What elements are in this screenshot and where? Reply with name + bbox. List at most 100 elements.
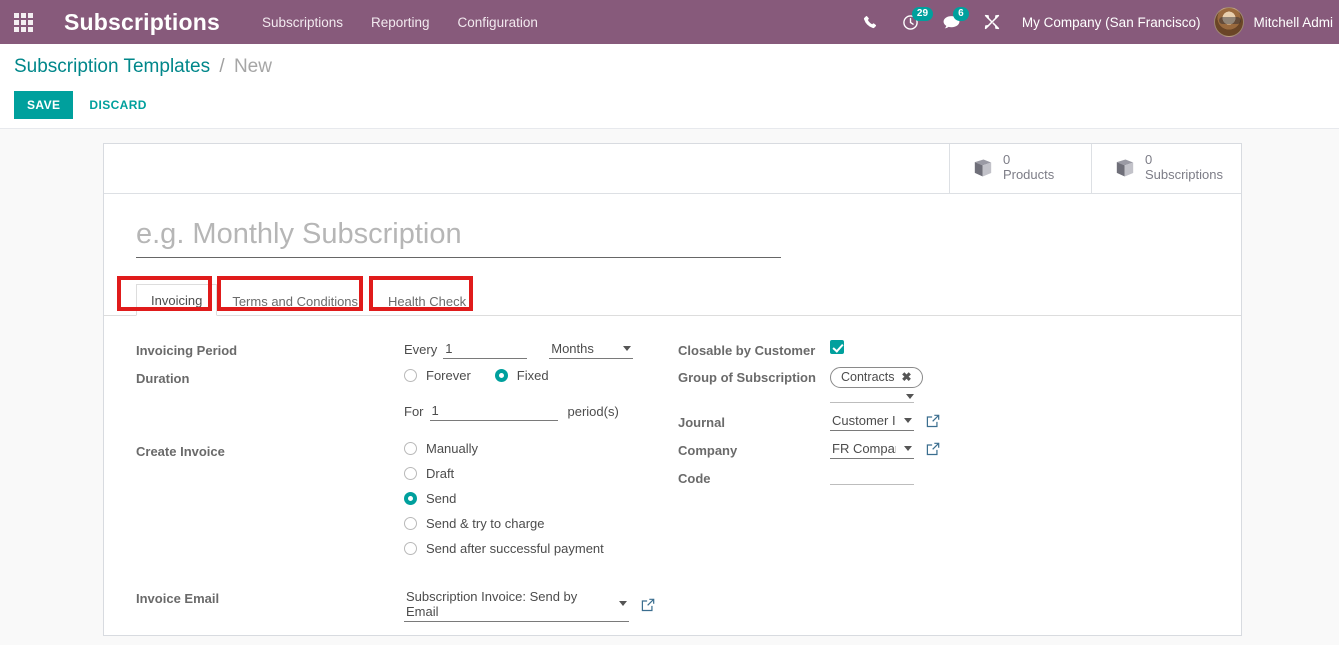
create-invoice-option-manually[interactable]: Manually [404,441,604,456]
field-invoicing-period: Invoicing Period Every Months [136,340,672,359]
tag-contracts[interactable]: Contracts ✖ [830,367,923,388]
group-of-subscription-input[interactable] [830,394,914,403]
closable-by-customer-checkbox[interactable] [830,340,844,354]
radio-label-manually: Manually [426,441,478,456]
duration-periods-input[interactable] [430,402,558,421]
stat-label-products: Products [1003,168,1054,183]
user-name-label: Mitchell Admi [1253,15,1333,30]
apps-grid-squares [14,13,33,32]
template-name-input[interactable] [136,216,781,258]
tools-debug-icon[interactable] [972,0,1012,44]
code-input[interactable] [830,468,914,485]
value-group-of-subscription: Contracts ✖ [830,367,923,403]
journal-value: Customer I [832,413,896,428]
company-external-link-icon[interactable] [926,442,940,456]
invoice-email-value: Subscription Invoice: Send by Email [406,589,611,619]
current-company-selector[interactable]: My Company (San Francisco) [1012,15,1215,30]
radio-fixed[interactable] [495,369,508,382]
radio-forever[interactable] [404,369,417,382]
value-create-invoice: Manually Draft Send [404,441,604,566]
tab-invoicing[interactable]: Invoicing [136,284,217,316]
navbar-menu: Subscriptions Reporting Configuration [262,15,538,30]
user-menu[interactable]: Mitchell Admi [1214,7,1339,37]
duration-option-fixed[interactable]: Fixed [495,368,549,383]
periods-label: period(s) [568,404,619,419]
radio-send-try-charge[interactable] [404,517,417,530]
value-company: FR Compan [830,440,940,459]
book-icon [1114,158,1136,178]
radio-label-send: Send [426,491,456,506]
messages-chat-icon[interactable]: 6 [931,0,972,44]
label-duration-periods-spacer [136,402,404,405]
chevron-down-icon [623,346,631,351]
journal-external-link-icon[interactable] [926,414,940,428]
invoice-email-external-link-icon[interactable] [641,598,655,612]
menu-item-reporting[interactable]: Reporting [371,15,430,30]
field-closable-by-customer: Closable by Customer [678,340,972,358]
stat-button-subscriptions[interactable]: 0 Subscriptions [1091,144,1241,193]
apps-grid-icon[interactable] [0,0,46,44]
breadcrumb: Subscription Templates / New [14,56,1325,79]
invoicing-period-unit-select[interactable]: Months [549,340,633,359]
control-panel: Subscription Templates / New SAVE DISCAR… [0,44,1339,129]
breadcrumb-separator: / [219,56,224,77]
save-button[interactable]: SAVE [14,91,73,119]
stat-button-box: 0 Products 0 Subscriptions [104,144,1241,194]
breadcrumb-current: New [234,56,272,77]
value-closable-by-customer [830,340,844,354]
messages-counter-badge: 6 [953,7,969,21]
create-invoice-option-send-try-charge[interactable]: Send & try to charge [404,516,604,531]
phone-icon[interactable] [851,0,890,44]
create-invoice-option-draft[interactable]: Draft [404,466,604,481]
control-panel-buttons: SAVE DISCARD [14,91,1325,119]
tag-contracts-label: Contracts [841,370,895,384]
value-invoicing-period: Every Months [404,340,633,359]
discard-button[interactable]: DISCARD [79,91,156,119]
stat-button-products[interactable]: 0 Products [949,144,1091,193]
chevron-down-icon [904,446,912,451]
notebook-tabs: Invoicing Terms and Conditions Health Ch… [104,284,1241,316]
stat-button-subscriptions-text: 0 Subscriptions [1145,153,1223,183]
create-invoice-option-send-after-payment[interactable]: Send after successful payment [404,541,604,556]
menu-item-subscriptions[interactable]: Subscriptions [262,15,343,30]
tab-health-check[interactable]: Health Check [373,285,481,316]
create-invoice-option-send[interactable]: Send [404,491,604,506]
radio-draft[interactable] [404,467,417,480]
radio-send[interactable] [404,492,417,505]
label-code: Code [678,468,830,486]
form-sheet: 0 Products 0 Subscriptions [103,143,1242,636]
radio-label-fixed: Fixed [517,368,549,383]
form-columns: Invoicing Period Every Months Duration [136,316,1209,631]
remove-tag-icon[interactable]: ✖ [902,370,912,384]
journal-select[interactable]: Customer I [830,412,914,431]
tab-terms-and-conditions[interactable]: Terms and Conditions [217,285,373,316]
field-duration: Duration Forever Fixed [136,368,672,386]
group-of-subscription-tags: Contracts ✖ [830,367,923,403]
company-value: FR Compan [832,441,896,456]
top-navbar: Subscriptions Subscriptions Reporting Co… [0,0,1339,44]
stat-value-products: 0 [1003,153,1054,168]
value-invoice-email: Subscription Invoice: Send by Email [404,588,655,622]
stat-button-products-text: 0 Products [1003,153,1054,183]
duration-option-forever[interactable]: Forever [404,368,471,383]
company-select[interactable]: FR Compan [830,440,914,459]
every-label: Every [404,342,437,357]
stat-label-subscriptions: Subscriptions [1145,168,1223,183]
app-brand-title: Subscriptions [64,9,220,36]
activity-clock-icon[interactable]: 29 [890,0,931,44]
invoice-email-select[interactable]: Subscription Invoice: Send by Email [404,588,629,622]
radio-send-after-payment[interactable] [404,542,417,555]
radio-manually[interactable] [404,442,417,455]
user-avatar [1214,7,1244,37]
breadcrumb-parent-link[interactable]: Subscription Templates [14,56,210,77]
menu-item-configuration[interactable]: Configuration [458,15,538,30]
invoicing-period-number-input[interactable] [443,340,527,359]
activity-counter-badge: 29 [912,7,933,21]
sheet-body: Invoicing Terms and Conditions Health Ch… [104,194,1241,631]
radio-label-send-after-payment: Send after successful payment [426,541,604,556]
label-invoice-email: Invoice Email [136,588,404,606]
chevron-down-icon [906,394,914,399]
form-column-right: Closable by Customer Group of Subscripti… [672,340,972,631]
value-duration: Forever Fixed [404,368,549,383]
chevron-down-icon [904,418,912,423]
